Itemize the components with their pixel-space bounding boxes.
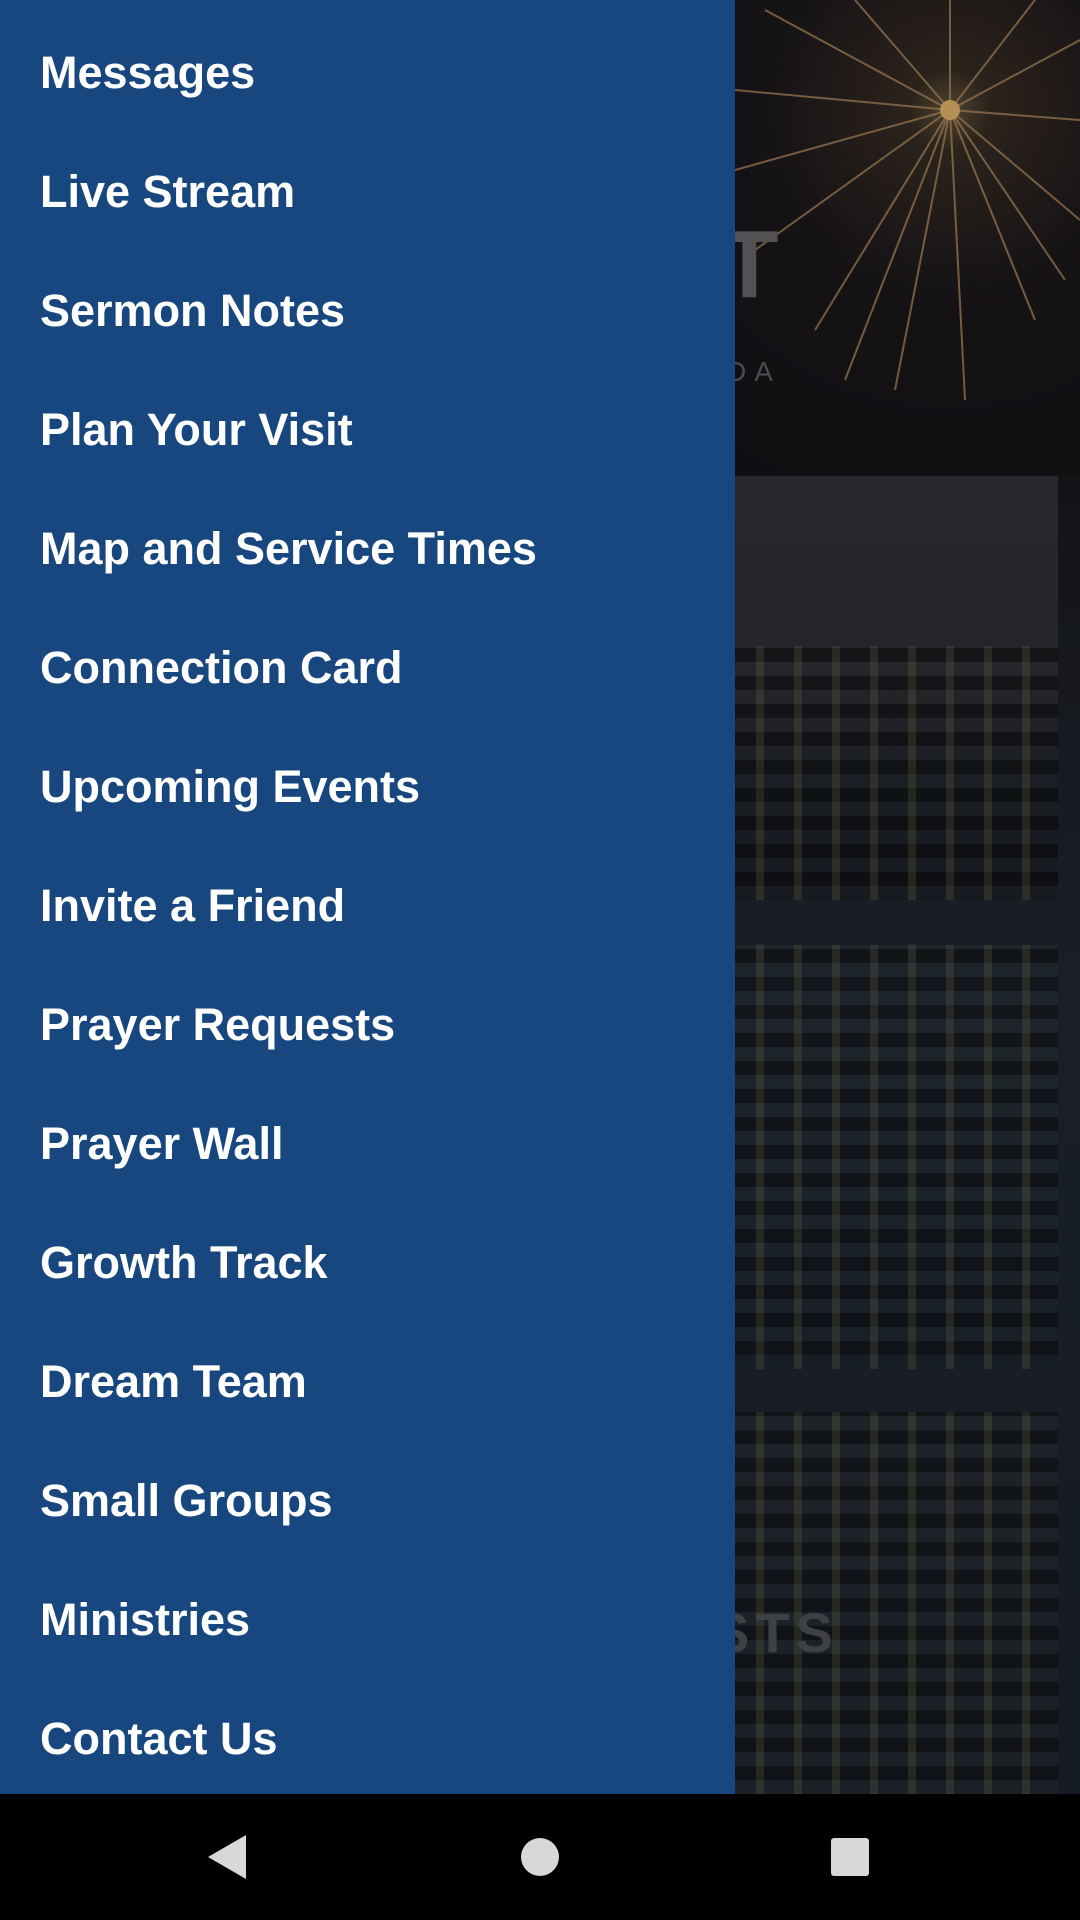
menu-item-prayer-wall[interactable]: Prayer Wall	[40, 1084, 720, 1203]
menu-item-connection-card[interactable]: Connection Card	[40, 608, 720, 727]
menu-item-invite-a-friend[interactable]: Invite a Friend	[40, 846, 720, 965]
home-circle-icon	[521, 1838, 559, 1876]
menu-item-upcoming-events[interactable]: Upcoming Events	[40, 727, 720, 846]
recents-button[interactable]	[790, 1794, 910, 1920]
menu-item-dream-team[interactable]: Dream Team	[40, 1322, 720, 1441]
menu-item-live-stream[interactable]: Live Stream	[40, 132, 720, 251]
menu-item-growth-track[interactable]: Growth Track	[40, 1203, 720, 1322]
navigation-drawer: Messages Live Stream Sermon Notes Plan Y…	[0, 0, 735, 1794]
menu-item-prayer-requests[interactable]: Prayer Requests	[40, 965, 720, 1084]
system-navigation-bar	[0, 1794, 1080, 1920]
menu-item-small-groups[interactable]: Small Groups	[40, 1441, 720, 1560]
home-button[interactable]	[480, 1794, 600, 1920]
menu-item-sermon-notes[interactable]: Sermon Notes	[40, 251, 720, 370]
back-button[interactable]	[166, 1794, 286, 1920]
menu-item-map-and-service-times[interactable]: Map and Service Times	[40, 489, 720, 608]
back-triangle-icon	[208, 1835, 246, 1879]
recents-square-icon	[831, 1838, 869, 1876]
menu-item-plan-your-visit[interactable]: Plan Your Visit	[40, 370, 720, 489]
menu-item-messages[interactable]: Messages	[40, 13, 720, 132]
menu-item-ministries[interactable]: Ministries	[40, 1560, 720, 1679]
menu-item-contact-us[interactable]: Contact Us	[40, 1679, 720, 1794]
